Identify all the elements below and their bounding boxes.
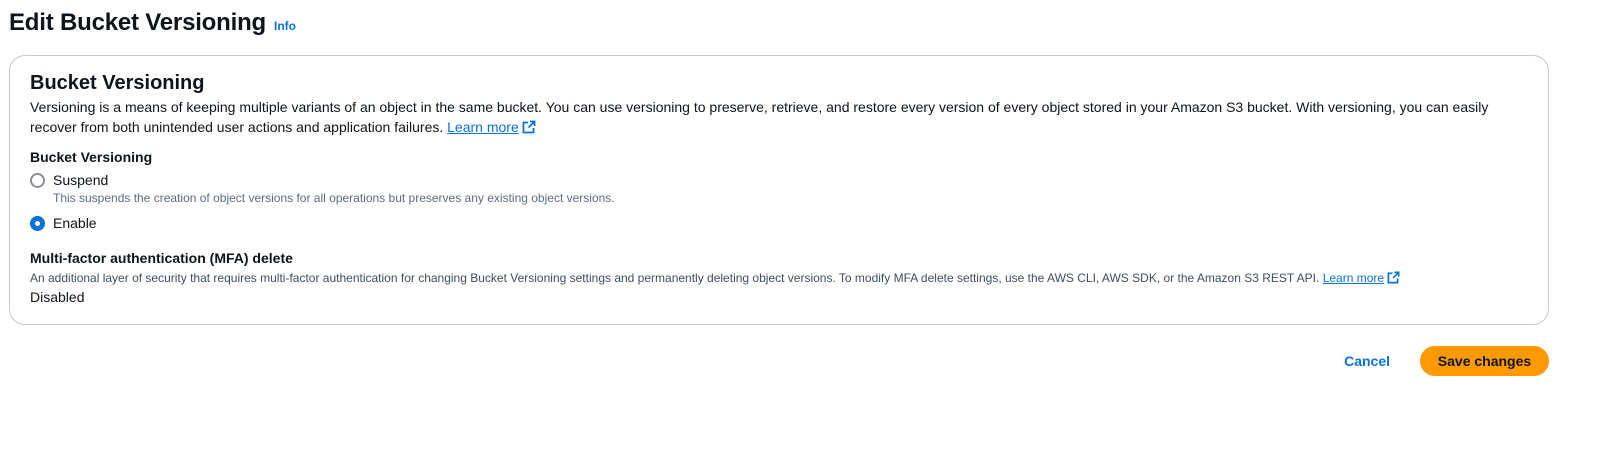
- radio-suspend-description: This suspends the creation of object ver…: [53, 191, 615, 205]
- learn-more-link[interactable]: Learn more: [447, 119, 536, 135]
- page-title: Edit Bucket Versioning: [9, 9, 266, 36]
- external-link-icon: [522, 120, 536, 133]
- page-header: Edit Bucket Versioning Info: [9, 9, 296, 37]
- save-changes-button[interactable]: Save changes: [1420, 346, 1549, 376]
- radio-enable-indicator[interactable]: [30, 215, 45, 231]
- external-link-icon: [1387, 271, 1400, 284]
- learn-more-label: Learn more: [447, 118, 519, 135]
- section-description: Versioning is a means of keeping multipl…: [30, 98, 1530, 137]
- cancel-button[interactable]: Cancel: [1324, 347, 1410, 375]
- radio-suspend-indicator[interactable]: [30, 172, 45, 188]
- mfa-learn-more-label: Learn more: [1322, 271, 1385, 285]
- mfa-status-value: Disabled: [30, 289, 85, 305]
- radio-enable-label: Enable: [53, 215, 97, 231]
- versioning-field-label: Bucket Versioning: [30, 149, 153, 165]
- radio-suspend-label: Suspend: [53, 172, 109, 188]
- mfa-description: An additional layer of security that req…: [30, 271, 1400, 285]
- bucket-versioning-panel: Bucket Versioning Versioning is a means …: [9, 55, 1549, 325]
- mfa-field-label: Multi-factor authentication (MFA) delete: [30, 250, 293, 266]
- radio-suspend[interactable]: Suspend: [30, 172, 108, 188]
- mfa-learn-more-link[interactable]: Learn more: [1323, 271, 1400, 285]
- form-actions: Cancel Save changes: [1324, 346, 1549, 376]
- radio-enable[interactable]: Enable: [30, 215, 97, 231]
- info-link[interactable]: Info: [274, 19, 296, 33]
- section-description-text: Versioning is a means of keeping multipl…: [30, 99, 1489, 135]
- section-title: Bucket Versioning: [30, 72, 205, 94]
- mfa-description-text: An additional layer of security that req…: [30, 271, 1320, 285]
